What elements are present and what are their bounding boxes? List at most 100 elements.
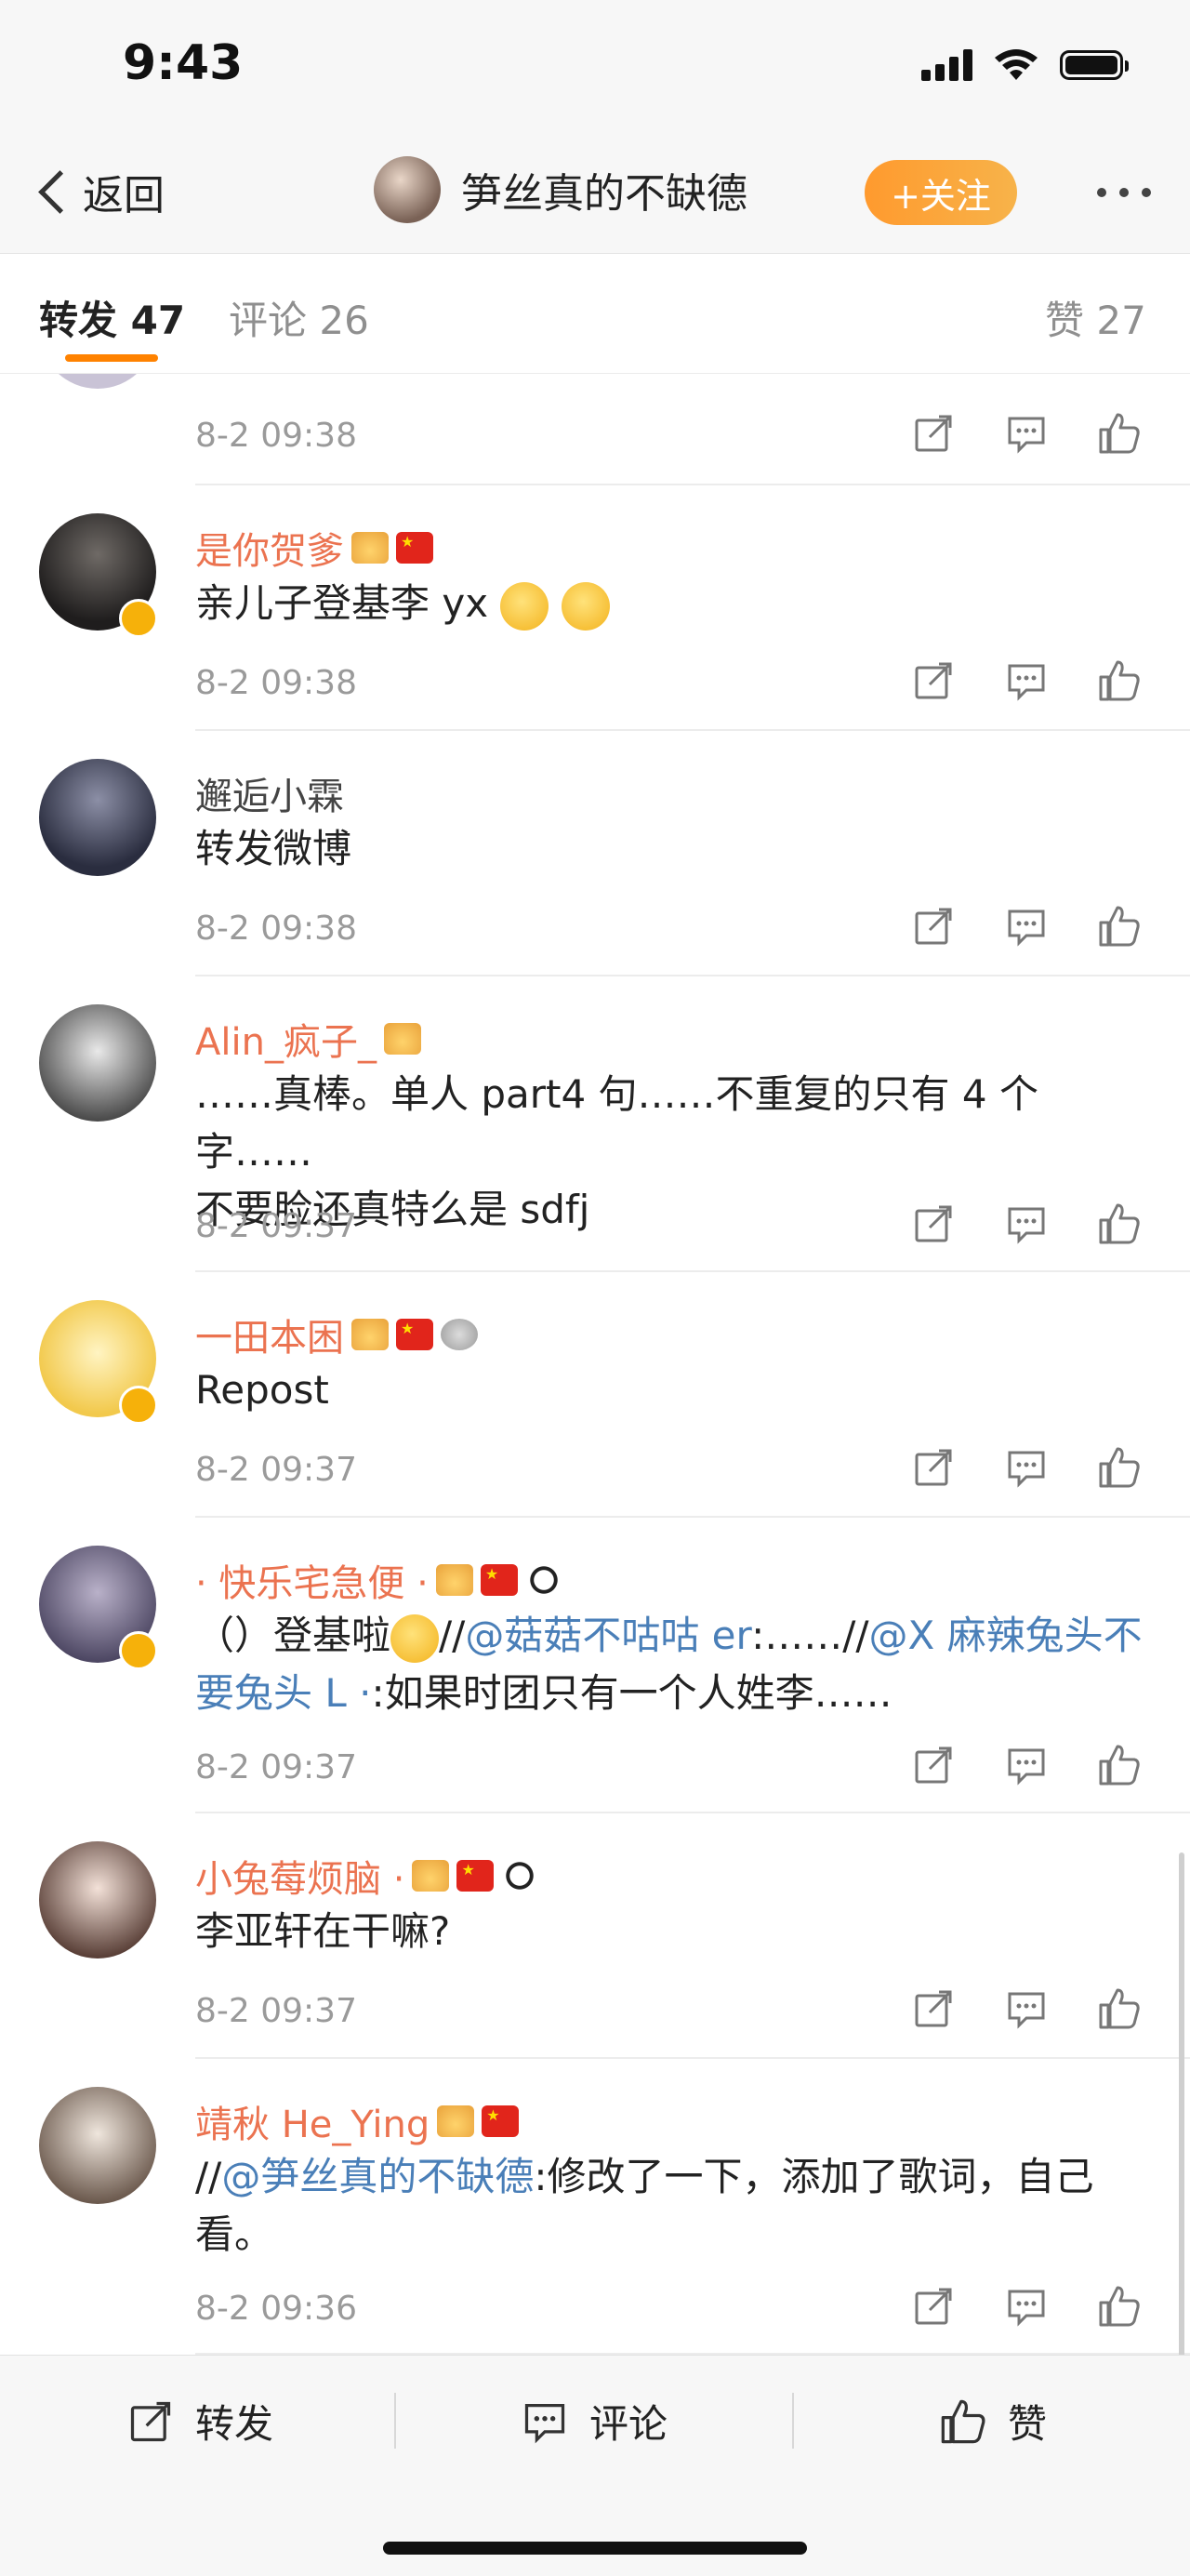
avatar[interactable]: [39, 759, 156, 876]
crown-badge-icon: [435, 1564, 473, 1596]
username[interactable]: · 快乐宅急便 ·: [195, 1553, 562, 1607]
yum-emoji-icon: [561, 581, 610, 631]
comment-icon[interactable]: [1004, 2284, 1049, 2329]
bottom-comment-button[interactable]: 评论: [521, 2393, 668, 2450]
nav-user[interactable]: 笋丝真的不缺德: [374, 156, 747, 223]
share-icon[interactable]: [911, 1986, 956, 2031]
bottom-repost-button[interactable]: 转发: [126, 2393, 273, 2450]
bottom-action-bar: 转发 评论 赞: [0, 2355, 1190, 2576]
avatar[interactable]: [39, 374, 156, 389]
comment-icon[interactable]: [1004, 411, 1049, 456]
avatar[interactable]: [39, 1004, 156, 1122]
like-icon[interactable]: [1097, 1986, 1142, 2031]
crown-badge-icon: [351, 532, 389, 564]
item-actions: [911, 411, 1142, 456]
username[interactable]: 邂逅小霖: [195, 766, 344, 820]
bottom-like-button[interactable]: 赞: [939, 2393, 1047, 2450]
tab-likes[interactable]: 赞 27: [1045, 289, 1146, 346]
like-icon: [941, 2399, 985, 2443]
username-text: 靖秋 He_Ying: [195, 2104, 430, 2146]
divider: [195, 729, 1190, 731]
nav-title: 笋丝真的不缺德: [461, 170, 747, 218]
username-text: 邂逅小霖: [195, 776, 344, 818]
timestamp: 8-2 09:37: [195, 1992, 357, 2030]
verified-badge-icon: [119, 1631, 158, 1670]
signal-icon: [921, 49, 972, 81]
repost-text: //@笋丝真的不缺德:修改了一下，添加了歌词，自己看。: [195, 2148, 1144, 2264]
item-actions: [911, 2284, 1142, 2329]
back-button[interactable]: 返回: [32, 162, 165, 221]
share-icon[interactable]: [911, 2284, 956, 2329]
username[interactable]: Alin_疯子_: [195, 1012, 421, 1066]
tab-reposts[interactable]: 转发 47: [39, 289, 185, 346]
like-icon[interactable]: [1097, 1445, 1142, 1490]
battery-icon: [1060, 50, 1129, 80]
status-icons: [921, 48, 1129, 82]
username-text: 是你贺爹: [195, 530, 344, 573]
item-actions: [911, 1986, 1142, 2031]
username[interactable]: 靖秋 He_Ying: [195, 2094, 520, 2148]
divider: [792, 2393, 794, 2449]
divider: [195, 975, 1190, 976]
repost-feed[interactable]: 8-2 09:38 是你贺爹 亲儿子登基李 yx 8-2 09:38: [0, 374, 1190, 2355]
scrollbar[interactable]: [1179, 1852, 1184, 2355]
timestamp: 8-2 09:38: [195, 910, 357, 948]
home-indicator[interactable]: [383, 2542, 807, 2555]
verified-badge-icon: [119, 599, 158, 638]
bottom-comment-label: 评论: [589, 2401, 668, 2447]
wifi-icon: [995, 49, 1038, 80]
item-actions: [911, 1743, 1142, 1787]
repost-text: 亲儿子登基李 yx: [195, 575, 1144, 632]
share-icon: [130, 2401, 171, 2441]
username-text: Alin_疯子_: [195, 1021, 377, 1064]
china-flag-icon: [396, 532, 433, 564]
medal-badge-icon: [441, 1319, 478, 1350]
nav-avatar[interactable]: [374, 156, 441, 223]
comment-icon[interactable]: [1004, 1202, 1049, 1246]
back-chevron-icon: [38, 169, 82, 214]
share-icon[interactable]: [911, 1743, 956, 1787]
avatar[interactable]: [39, 1841, 156, 1959]
more-icon[interactable]: [1097, 188, 1151, 197]
share-icon[interactable]: [911, 1445, 956, 1490]
repost-text-part: :……//: [751, 1613, 869, 1658]
comment-icon[interactable]: [1004, 1743, 1049, 1787]
panda-badge-icon: [501, 1860, 539, 1892]
username-text: 小兔莓烦脑 ·: [195, 1858, 405, 1901]
timestamp: 8-2 09:37: [195, 1748, 357, 1786]
timestamp: 8-2 09:37: [195, 1451, 357, 1489]
repost-text: 转发微博: [195, 826, 352, 871]
comment-icon: [524, 2403, 565, 2443]
repost-text-line: ……真棒。单人 part4 句……不重复的只有 4 个字……: [195, 1071, 1038, 1175]
share-icon[interactable]: [911, 658, 956, 703]
like-icon[interactable]: [1097, 1202, 1142, 1246]
like-icon[interactable]: [1097, 2284, 1142, 2329]
like-icon[interactable]: [1097, 658, 1142, 703]
repost-text: （）登基啦//@菇菇不咕咕 er:……//@X 麻辣兔头不要兔头 L ·:如果时…: [195, 1607, 1144, 1722]
username[interactable]: 一田本困: [195, 1308, 478, 1361]
comment-icon[interactable]: [1004, 1986, 1049, 2031]
mention-link[interactable]: @菇菇不咕咕 er: [465, 1613, 751, 1658]
bottom-like-label: 赞: [1008, 2401, 1048, 2447]
mention-link[interactable]: @笋丝真的不缺德: [221, 2154, 534, 2199]
like-icon[interactable]: [1097, 904, 1142, 949]
username[interactable]: 是你贺爹: [195, 521, 433, 575]
like-icon[interactable]: [1097, 411, 1142, 456]
share-icon[interactable]: [911, 1202, 956, 1246]
share-icon[interactable]: [911, 411, 956, 456]
comment-icon[interactable]: [1004, 904, 1049, 949]
timestamp: 8-2 09:36: [195, 2290, 357, 2328]
crown-badge-icon: [437, 2105, 475, 2137]
repost-text-content: 亲儿子登基李 yx: [195, 580, 489, 626]
comment-icon[interactable]: [1004, 658, 1049, 703]
comment-icon[interactable]: [1004, 1445, 1049, 1490]
follow-button[interactable]: +关注: [865, 160, 1017, 225]
crown-badge-icon: [351, 1319, 389, 1350]
avatar[interactable]: [39, 2087, 156, 2204]
status-time: 9:43: [123, 35, 244, 91]
tab-comments[interactable]: 评论 26: [229, 289, 369, 346]
china-flag-icon: [456, 1860, 495, 1892]
share-icon[interactable]: [911, 904, 956, 949]
like-icon[interactable]: [1097, 1743, 1142, 1787]
username[interactable]: 小兔莓烦脑 ·: [195, 1849, 539, 1903]
